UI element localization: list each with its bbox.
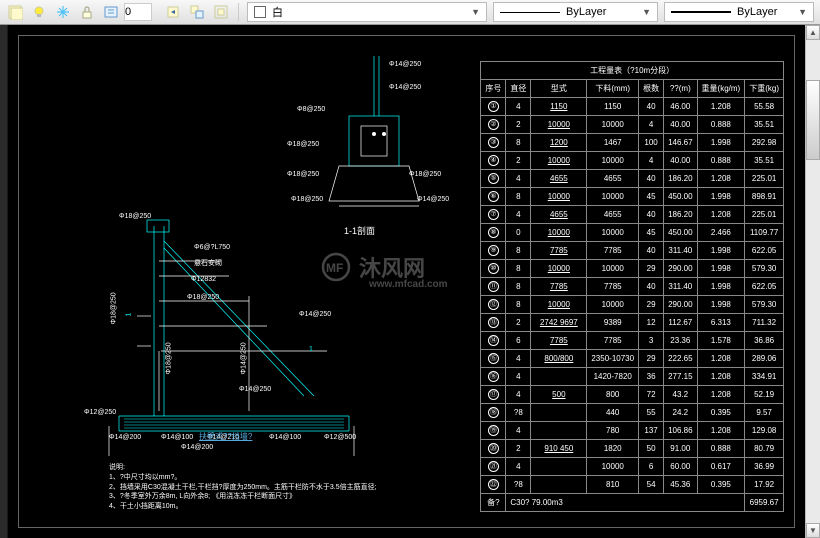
rebar-callout: Φ14@250 (389, 84, 421, 91)
rebar-callout: Φ8@250 (297, 106, 325, 113)
layer-previous-icon[interactable] (162, 2, 184, 22)
rebar-callout: Φ14@200 (181, 444, 213, 451)
rebar-callout: Φ18@250 (287, 141, 319, 148)
lock-icon[interactable] (76, 2, 98, 22)
table-row: ⑨87785778540311.401.998622.05 (481, 242, 784, 260)
freeze-icon[interactable] (52, 2, 74, 22)
lineweight-label: ByLayer (737, 6, 777, 18)
table-row: ㉒?88105445.360.39517.92 (481, 476, 784, 494)
color-dropdown[interactable]: 白 ▼ (247, 2, 487, 22)
table-row: ⑫8100001000029290.001.998579.30 (481, 296, 784, 314)
drawing-notes: 说明: 1、?中尺寸均以mm?。 2、挡墙采用C30混凝土干栏,干栏挡?厚度为2… (109, 463, 377, 512)
rebar-callout: Φ12832 (191, 276, 216, 283)
quantity-table: 工程量表（?10m分段） 序号直径 型式下料(mm) 根数??(m) 重量(kg… (480, 61, 784, 512)
table-row: ⑤44655465540186.201.208225.01 (481, 170, 784, 188)
workspace: Φ14@250 Φ14@250 Φ8@250 Φ18@250 Φ18@250 Φ… (0, 25, 820, 538)
table-row: ⑪87785778540311.401.998622.05 (481, 278, 784, 296)
table-row: ⑯41420-782036277.151.208334.91 (481, 368, 784, 386)
elevation-view: Φ18@250 Φ6@?L750 悬石安砌 Φ12832 Φ18@250 1 Φ… (89, 216, 369, 486)
table-row: ③812001467100146.671.998292.98 (481, 134, 784, 152)
rebar-callout: Φ14@250 (241, 342, 248, 374)
table-header-row: 序号直径 型式下料(mm) 根数??(m) 重量(kg/m)下重(kg) (481, 80, 784, 98)
rebar-callout: Φ14@250 (389, 61, 421, 68)
rebar-callout: Φ18@250 (187, 294, 219, 301)
table-row: ⑱?84405524.20.3959.57 (481, 404, 784, 422)
scroll-down-button[interactable]: ▼ (806, 523, 820, 538)
rebar-callout: Φ18@250 (111, 292, 118, 324)
table-row: ⑧0100001000045450.002.4661109.77 (481, 224, 784, 242)
note-line: 4、干土小挡距离10m。 (109, 502, 377, 512)
color-swatch-icon (254, 6, 266, 18)
plan-caption: 扶壁式??挡墙? (199, 431, 252, 442)
note-line: 3、?冬季室外万余8m, L向外余8; 《用浇冻冻干栏断面尺寸》 (109, 492, 377, 502)
layer-match-icon[interactable] (186, 2, 208, 22)
layer-states-icon[interactable] (100, 2, 122, 22)
rebar-callout: Φ14@200 (109, 434, 141, 441)
note-line: 1、?中尺寸均以mm?。 (109, 473, 377, 483)
table-row: ⑬22742 9697938912112.676.313711.32 (481, 314, 784, 332)
rebar-callout: Φ14@250 (239, 386, 271, 393)
drawing-border: Φ14@250 Φ14@250 Φ8@250 Φ18@250 Φ18@250 Φ… (18, 35, 795, 528)
table-row: ⑳2910 45018205091.000.88880.79 (481, 440, 784, 458)
scroll-thumb[interactable] (806, 80, 820, 160)
chevron-down-icon: ▼ (471, 7, 480, 17)
rebar-callout: Φ18@250 (287, 171, 319, 178)
table-row: ②21000010000440.000.88835.51 (481, 116, 784, 134)
note-line: 2、挡墙采用C30混凝土干栏,干栏挡?厚度为250mm。主筋干栏防不水于3.5倍… (109, 483, 377, 493)
main-toolbar: 白 ▼ ByLayer ▼ ByLayer ▼ (0, 0, 820, 25)
rebar-callout: Φ12@250 (84, 409, 116, 416)
lightbulb-icon[interactable] (28, 2, 50, 22)
line-sample-icon (500, 12, 560, 13)
table-row: ⑲4780137106.861.208129.08 (481, 422, 784, 440)
notes-title: 说明: (109, 463, 377, 473)
rebar-callout: Φ18@250 (166, 342, 173, 374)
chevron-down-icon: ▼ (642, 7, 651, 17)
rebar-callout: Φ14@100 (161, 434, 193, 441)
rebar-callout: Φ18@250 (119, 213, 151, 220)
rebar-callout: Φ6@?L750 (194, 244, 230, 251)
rebar-callout: Φ12@500 (324, 434, 356, 441)
table-title: 工程量表（?10m分段） (481, 62, 784, 80)
rebar-callout: 悬石安砌 (194, 258, 222, 268)
rebar-callout: Φ14@100 (269, 434, 301, 441)
rebar-callout: Φ18@250 (291, 196, 323, 203)
rebar-callout: Φ14@250 (417, 196, 449, 203)
vertical-scrollbar[interactable]: ▲ ▼ (805, 25, 820, 538)
separator (238, 3, 239, 21)
linetype-dropdown[interactable]: ByLayer ▼ (493, 2, 658, 22)
layer-manager-icon[interactable] (4, 2, 26, 22)
layer-input[interactable] (124, 3, 152, 21)
left-panel[interactable] (0, 25, 8, 538)
lineweight-dropdown[interactable]: ByLayer ▼ (664, 2, 814, 22)
dim-callout: 1 (309, 346, 313, 353)
scroll-track[interactable] (806, 40, 820, 523)
table-row: ⑦44655465540186.201.208225.01 (481, 206, 784, 224)
table-row: ⑭677857785323.361.57836.86 (481, 332, 784, 350)
table-row: ⑥8100001000045450.001.998898.91 (481, 188, 784, 206)
table-row: ⑮4800/8002350-1073029222.651.208289.06 (481, 350, 784, 368)
linetype-label: ByLayer (566, 6, 606, 18)
table-row: ①4115011504046.001.20855.58 (481, 98, 784, 116)
watermark-url: www.mfcad.com (369, 279, 448, 290)
table-row: ⑩8100001000029290.001.998579.30 (481, 260, 784, 278)
color-label: 白 (272, 4, 283, 20)
rebar-callout: Φ18@250 (409, 171, 441, 178)
weight-sample-icon (671, 11, 731, 13)
table-row: ⑰45008007243.21.20852.19 (481, 386, 784, 404)
layer-isolate-icon[interactable] (210, 2, 232, 22)
table-footer-row: 备? C30? 79.00m3 6959.67 (481, 494, 784, 512)
chevron-down-icon: ▼ (798, 7, 807, 17)
rebar-callout: Φ14@250 (299, 311, 331, 318)
drawing-canvas[interactable]: Φ14@250 Φ14@250 Φ8@250 Φ18@250 Φ18@250 Φ… (8, 25, 805, 538)
table-row: ④21000010000440.000.88835.51 (481, 152, 784, 170)
scroll-up-button[interactable]: ▲ (806, 25, 820, 40)
table-row: ㉑410000660.000.61736.99 (481, 458, 784, 476)
dim-callout: 1 (126, 313, 133, 317)
